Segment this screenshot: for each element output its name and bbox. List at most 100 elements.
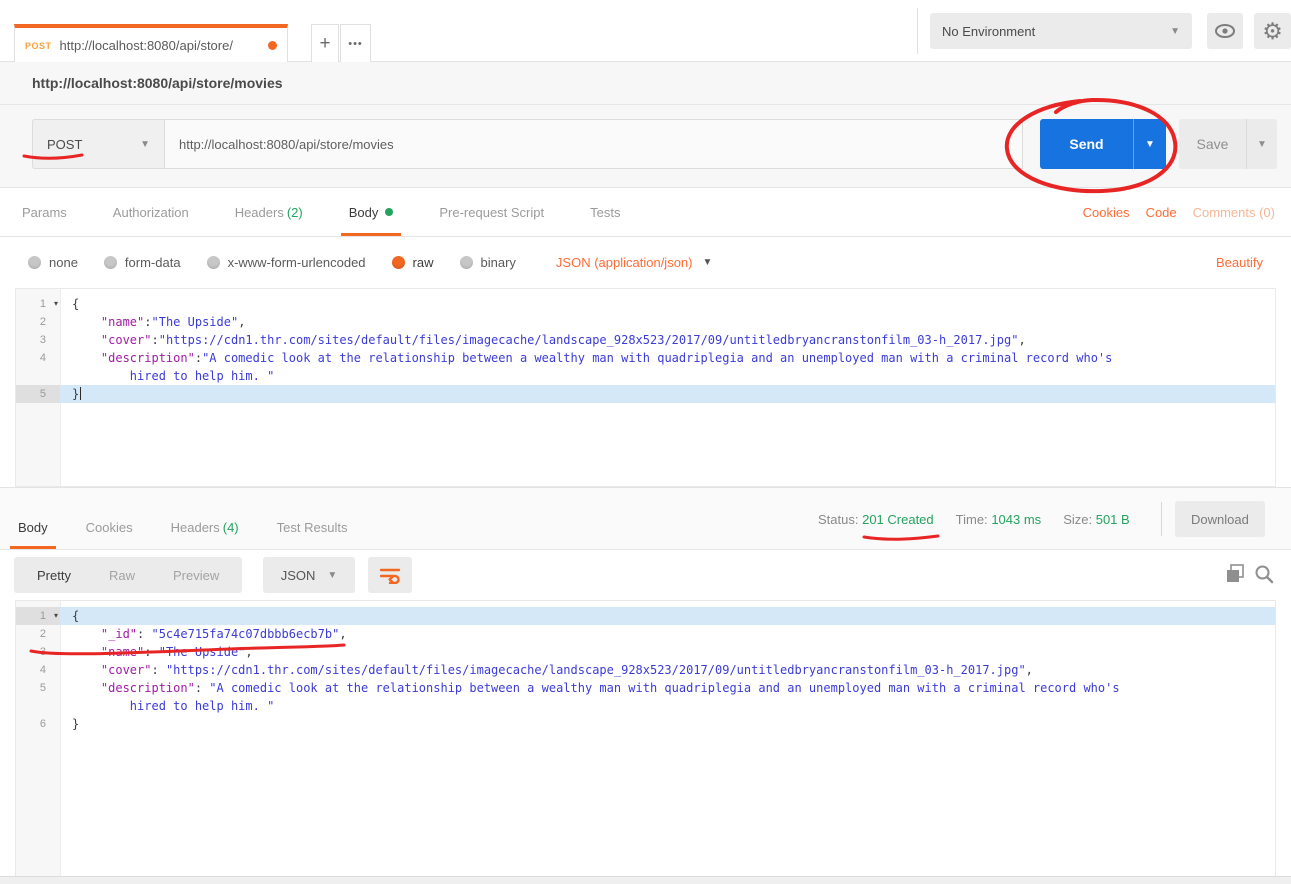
body-mode-none[interactable]: none (28, 255, 78, 270)
response-tab-label: Test Results (277, 520, 348, 535)
response-body-editor[interactable]: 1▾{2 "_id": "5c4e715fa74c07dbbb6ecb7b",3… (15, 600, 1276, 876)
line-number: 1▾ (16, 607, 60, 625)
environment-selector[interactable]: No Environment ▼ (930, 13, 1192, 49)
download-button[interactable]: Download (1175, 501, 1265, 537)
green-dot-icon (385, 208, 393, 216)
body-mode-options: none form-data x-www-form-urlencoded raw bin… (28, 255, 542, 270)
link-cookies[interactable]: Cookies (1083, 205, 1130, 220)
time-label: Time: (956, 512, 988, 527)
editor-line[interactable]: 4 "cover": "https://cdn1.thr.com/sites/d… (16, 661, 1275, 679)
search-response-button[interactable] (1253, 563, 1275, 585)
editor-line[interactable]: 3 "name": "The Upside", (16, 643, 1275, 661)
response-tab-headers[interactable]: Headers (4) (169, 505, 241, 549)
response-tab-body[interactable]: Body (16, 505, 50, 549)
editor-line[interactable]: 5 "description": "A comedic look at the … (16, 679, 1275, 697)
editor-line[interactable]: 1▾{ (16, 607, 1275, 625)
body-mode-binary[interactable]: binary (460, 255, 516, 270)
request-tab-label: Params (22, 205, 67, 220)
request-tab-label: Headers (235, 205, 284, 220)
request-tab-label: Body (349, 205, 379, 220)
send-button-label[interactable]: Send (1040, 119, 1133, 169)
code-text: hired to help him. " (60, 697, 1275, 715)
view-mode-preview[interactable]: Preview (154, 568, 238, 583)
request-url-input[interactable] (165, 119, 1023, 169)
editor-line[interactable]: hired to help him. " (16, 697, 1275, 715)
code-text: } (60, 385, 1275, 403)
code-text: } (60, 715, 1275, 733)
body-mode-label: raw (413, 255, 434, 270)
radio-icon (460, 256, 473, 269)
view-mode-raw[interactable]: Raw (90, 568, 154, 583)
radio-icon (104, 256, 117, 269)
editor-line[interactable]: 6} (16, 715, 1275, 733)
response-tab-cookies[interactable]: Cookies (84, 505, 135, 549)
request-tab-body[interactable]: Body (347, 188, 396, 236)
body-mode-form-data[interactable]: form-data (104, 255, 181, 270)
link-comments-0[interactable]: Comments (0) (1193, 205, 1275, 220)
time-value: 1043 ms (991, 512, 1041, 527)
body-mode-raw[interactable]: raw (392, 255, 434, 270)
header-divider (917, 8, 918, 54)
body-mode-label: form-data (125, 255, 181, 270)
settings-button[interactable]: ⚙ (1254, 13, 1291, 49)
editor-line[interactable]: 2 "name":"The Upside", (16, 313, 1275, 331)
response-toolbar: PrettyRawPreview JSON ▼ (0, 550, 1291, 600)
line-number: 3 (16, 331, 60, 349)
request-builder: POST ▼ Send ▼ Save ▼ (0, 105, 1291, 188)
copy-response-button[interactable] (1225, 563, 1247, 585)
save-button-label[interactable]: Save (1179, 119, 1246, 169)
editor-line[interactable]: hired to help him. " (16, 367, 1275, 385)
content-type-selector[interactable]: JSON (application/json) ▼ (556, 255, 712, 270)
editor-line[interactable]: 2 "_id": "5c4e715fa74c07dbbb6ecb7b", (16, 625, 1275, 643)
response-tab-label: Headers (171, 520, 220, 535)
body-mode-x-www-form-urlencoded[interactable]: x-www-form-urlencoded (207, 255, 366, 270)
search-icon (1253, 563, 1275, 585)
request-tab[interactable]: POST http://localhost:8080/api/store/ (14, 24, 288, 63)
fold-caret-icon[interactable]: ▾ (54, 295, 58, 313)
line-number: 1▾ (16, 295, 60, 313)
request-tab-headers[interactable]: Headers (2) (233, 188, 305, 236)
editor-line[interactable]: 3 "cover":"https://cdn1.thr.com/sites/de… (16, 331, 1275, 349)
response-tab-test-results[interactable]: Test Results (275, 505, 350, 549)
editor-line[interactable]: 5} (16, 385, 1275, 403)
response-tab-label: Body (18, 520, 48, 535)
radio-icon (207, 256, 220, 269)
tab-count-badge: (2) (287, 205, 303, 220)
environment-quick-look-button[interactable] (1207, 13, 1243, 49)
send-button[interactable]: Send ▼ (1040, 119, 1166, 169)
response-format-selector[interactable]: JSON ▼ (263, 557, 355, 593)
send-options-caret[interactable]: ▼ (1134, 119, 1166, 169)
tab-count-badge: (4) (223, 520, 239, 535)
http-method-selector[interactable]: POST ▼ (32, 119, 165, 169)
beautify-link[interactable]: Beautify (1216, 255, 1263, 270)
meta-divider (1161, 502, 1162, 536)
fold-caret-icon[interactable]: ▾ (54, 607, 58, 625)
radio-icon (392, 256, 405, 269)
wrap-lines-icon (379, 566, 401, 584)
request-tab-params[interactable]: Params (20, 188, 69, 236)
view-mode-pretty[interactable]: Pretty (18, 568, 90, 583)
code-text: "name":"The Upside", (60, 313, 1275, 331)
editor-line[interactable]: 1▾{ (16, 295, 1275, 313)
code-text: "cover": "https://cdn1.thr.com/sites/def… (60, 661, 1275, 679)
chevron-down-icon: ▼ (702, 257, 712, 268)
request-tab-tests[interactable]: Tests (588, 188, 622, 236)
request-tab-label: Tests (590, 205, 620, 220)
editor-line[interactable]: 4 "description":"A comedic look at the r… (16, 349, 1275, 367)
request-tab-label: Authorization (113, 205, 189, 220)
line-number: 5 (16, 385, 60, 403)
link-code[interactable]: Code (1146, 205, 1177, 220)
new-tab-button[interactable]: + (311, 24, 339, 63)
response-view-switcher: PrettyRawPreview (14, 557, 242, 593)
request-tab-pre-request-script[interactable]: Pre-request Script (437, 188, 546, 236)
line-number: 4 (16, 661, 60, 679)
request-title: http://localhost:8080/api/store/movies (32, 75, 283, 91)
save-options-caret[interactable]: ▼ (1247, 119, 1277, 169)
wrap-lines-button[interactable] (368, 557, 412, 593)
tab-strip: POST http://localhost:8080/api/store/ + … (0, 0, 1291, 62)
code-text: "cover":"https://cdn1.thr.com/sites/defa… (60, 331, 1275, 349)
request-body-editor[interactable]: 1▾{2 "name":"The Upside",3 "cover":"http… (15, 288, 1276, 487)
tab-overflow-button[interactable]: ••• (340, 24, 371, 63)
request-tab-authorization[interactable]: Authorization (111, 188, 191, 236)
save-button[interactable]: Save ▼ (1179, 119, 1277, 169)
